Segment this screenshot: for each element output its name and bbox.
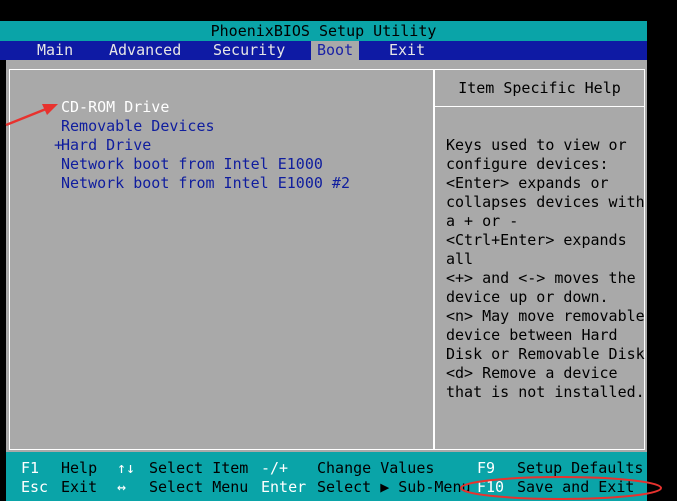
key-up-down: ↑↓ xyxy=(117,459,136,477)
key-esc: Esc xyxy=(21,478,49,496)
boot-item-network-1[interactable]: Network boot from Intel E1000 xyxy=(61,155,323,174)
help-line: collapses devices with xyxy=(446,193,645,211)
help-line: <d> Remove a device xyxy=(446,364,618,382)
help-line: <Enter> expands or xyxy=(446,174,609,192)
key-enter: Enter xyxy=(261,478,307,496)
boot-item-network-2[interactable]: Network boot from Intel E1000 #2 xyxy=(61,174,350,193)
key-left-right: ↔ xyxy=(117,478,127,496)
boot-item-removable[interactable]: Removable Devices xyxy=(61,117,215,136)
key-desc-select-menu: Select Menu xyxy=(149,478,249,496)
help-line: Keys used to view or xyxy=(446,136,627,154)
key-desc-exit: Exit xyxy=(61,478,98,496)
help-line: device up or down. xyxy=(446,288,609,306)
boot-item-label: Network boot from Intel E1000 xyxy=(61,155,323,173)
help-line: device between Hard xyxy=(446,326,618,344)
key-f1: F1 xyxy=(21,459,40,477)
boot-item-hard-drive[interactable]: + Hard Drive xyxy=(54,136,152,155)
key-desc-select-item: Select Item xyxy=(149,459,249,477)
help-line: a + or - xyxy=(446,212,519,230)
help-title: Item Specific Help xyxy=(458,79,621,97)
annotation-arrow-icon xyxy=(5,104,58,127)
annotation-ellipse-icon xyxy=(460,476,662,500)
help-line: <n> May move removable xyxy=(446,307,645,325)
key-desc-help: Help xyxy=(61,459,98,477)
help-line: <+> and <-> moves the xyxy=(446,269,636,287)
boot-item-label: Removable Devices xyxy=(61,117,215,135)
window-title: PhoenixBIOS Setup Utility xyxy=(210,22,437,40)
help-line: <Ctrl+Enter> expands xyxy=(446,231,627,249)
tab-advanced[interactable]: Advanced xyxy=(103,41,187,60)
panel-divider xyxy=(433,69,435,450)
tab-exit[interactable]: Exit xyxy=(383,41,431,60)
tab-security[interactable]: Security xyxy=(207,41,291,60)
boot-item-label: Network boot from Intel E1000 #2 xyxy=(61,174,350,192)
help-line: all xyxy=(446,250,474,268)
help-separator xyxy=(434,106,645,107)
help-line: that is not installed. xyxy=(446,383,645,401)
key-desc-change-values: Change Values xyxy=(317,459,435,477)
title-bar: PhoenixBIOS Setup Utility xyxy=(0,21,647,41)
tab-main[interactable]: Main xyxy=(31,41,79,60)
key-minus-plus: -/+ xyxy=(261,459,289,477)
help-line: configure devices: xyxy=(446,155,609,173)
tab-boot[interactable]: Boot xyxy=(311,41,360,60)
key-desc-select-submenu: Select ▶ Sub-Menu xyxy=(317,478,471,496)
help-line: Disk or Removable Disk xyxy=(446,345,645,363)
boot-item-label: CD-ROM Drive xyxy=(61,98,170,116)
menu-bar: Main Advanced Security Boot Exit xyxy=(0,41,647,60)
boot-item-cdrom[interactable]: CD-ROM Drive xyxy=(61,98,169,117)
expand-indicator: + xyxy=(54,136,64,154)
boot-item-label: Hard Drive xyxy=(61,136,152,154)
